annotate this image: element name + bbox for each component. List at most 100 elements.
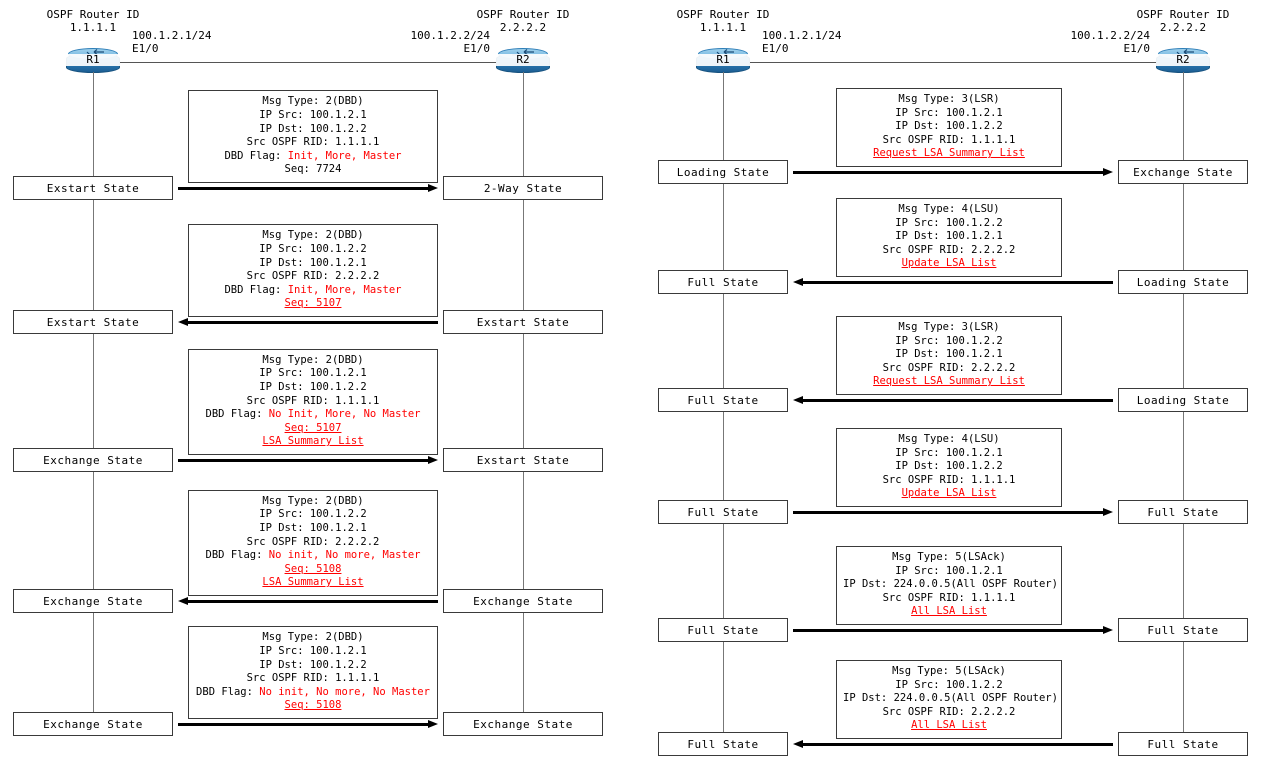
state-box-right: Exchange State xyxy=(1118,160,1248,184)
state-box-left: Full State xyxy=(658,618,788,642)
arrow-shaft xyxy=(793,629,1104,632)
message-line: IP Src: 100.1.2.2 xyxy=(843,217,1055,231)
state-box-left: Full State xyxy=(658,270,788,294)
state-box-left: Full State xyxy=(658,500,788,524)
message-arrow-left xyxy=(793,396,1113,405)
message-line: Src OSPF RID: 1.1.1.1 xyxy=(843,474,1055,488)
arrow-shaft xyxy=(793,171,1104,174)
message-arrow-right xyxy=(793,626,1113,635)
arrow-shaft xyxy=(793,511,1104,514)
message-arrow-right xyxy=(793,508,1113,517)
message-line-value: IP Dst: 100.1.2.1 xyxy=(895,348,1003,361)
interface-name-left: E1/0 xyxy=(762,42,789,55)
router-id-caption-right: OSPF Router ID xyxy=(1136,8,1230,21)
message-box: Msg Type: 3(LSR) IP Src: 100.1.2.1 IP Dst:… xyxy=(836,88,1062,167)
message-line: IP Dst: 100.1.2.1 xyxy=(843,230,1055,244)
message-line: Msg Type: 3(LSR) xyxy=(843,321,1055,335)
message-line-value: Src OSPF RID: 2.2.2.2 xyxy=(882,705,1016,718)
message-line: IP Src: 100.1.2.1 xyxy=(843,565,1055,579)
message-line-value: IP Src: 100.1.2.2 xyxy=(895,216,1003,229)
message-line-value: IP Src: 100.1.2.1 xyxy=(895,446,1003,459)
arrow-head-icon xyxy=(1103,168,1113,176)
state-box-right: Full State xyxy=(1118,618,1248,642)
message-line-value: Request LSA Summary List xyxy=(873,147,1025,160)
message-line-value: Msg Type: 5(LSAck) xyxy=(892,665,1006,677)
message-box: Msg Type: 4(LSU) IP Src: 100.1.2.1 IP Dst:… xyxy=(836,428,1062,507)
arrow-head-icon xyxy=(1103,626,1113,634)
state-box-left: Full State xyxy=(658,388,788,412)
state-box-left: Full State xyxy=(658,732,788,756)
message-line: Msg Type: 4(LSU) xyxy=(843,203,1055,217)
message-line: IP Dst: 100.1.2.2 xyxy=(843,460,1055,474)
message-line: IP Src: 100.1.2.1 xyxy=(843,107,1055,121)
arrow-shaft xyxy=(802,281,1113,284)
message-line-value: Src OSPF RID: 2.2.2.2 xyxy=(882,243,1016,256)
message-box: Msg Type: 4(LSU) IP Src: 100.1.2.2 IP Dst:… xyxy=(836,198,1062,277)
message-line: Msg Type: 4(LSU) xyxy=(843,433,1055,447)
arrow-head-icon xyxy=(793,740,803,748)
arrow-head-icon xyxy=(1103,508,1113,516)
message-line-value: IP Src: 100.1.2.2 xyxy=(895,678,1003,691)
message-line-value: All LSA List xyxy=(911,719,987,732)
message-line: IP Src: 100.1.2.2 xyxy=(843,679,1055,693)
message-line: All LSA List xyxy=(843,719,1055,733)
message-line-value: Src OSPF RID: 1.1.1.1 xyxy=(882,473,1016,486)
message-arrow-left xyxy=(793,278,1113,287)
message-line: Update LSA List xyxy=(843,257,1055,271)
message-line-value: IP Dst: 100.1.2.2 xyxy=(895,460,1003,473)
message-line: All LSA List xyxy=(843,605,1055,619)
message-box: Msg Type: 5(LSAck) IP Src: 100.1.2.1 IP Ds… xyxy=(836,546,1062,625)
message-line-value: Update LSA List xyxy=(901,257,997,270)
message-line-value: IP Src: 100.1.2.1 xyxy=(895,564,1003,577)
message-line: Src OSPF RID: 1.1.1.1 xyxy=(843,134,1055,148)
message-line: IP Dst: 100.1.2.2 xyxy=(843,120,1055,134)
interface-ip-right: 100.1.2.2/24 xyxy=(1070,29,1150,42)
message-line-value: IP Dst: 224.0.0.5(All OSPF Router) xyxy=(843,578,1058,591)
router-id-caption-left: OSPF Router ID xyxy=(676,8,770,21)
router-label: R1 xyxy=(696,54,750,66)
message-line-value: Request LSA Summary List xyxy=(873,375,1025,388)
state-box-left: Loading State xyxy=(658,160,788,184)
message-line-value: Src OSPF RID: 1.1.1.1 xyxy=(882,133,1016,146)
message-box: Msg Type: 5(LSAck) IP Src: 100.1.2.2 IP Ds… xyxy=(836,660,1062,739)
state-box-right: Loading State xyxy=(1118,388,1248,412)
arrow-head-icon xyxy=(793,396,803,404)
message-line-value: Msg Type: 3(LSR) xyxy=(898,93,1000,105)
message-line: Update LSA List xyxy=(843,487,1055,501)
message-line-value: All LSA List xyxy=(911,605,987,618)
right-panel: OSPF Router ID 1.1.1.1 OSPF Router ID 2.2.2… xyxy=(0,0,1263,764)
state-box-right: Full State xyxy=(1118,500,1248,524)
message-line-value: IP Dst: 100.1.2.2 xyxy=(895,120,1003,133)
message-line: Src OSPF RID: 1.1.1.1 xyxy=(843,592,1055,606)
message-line: IP Src: 100.1.2.2 xyxy=(843,335,1055,349)
message-line: Request LSA Summary List xyxy=(843,375,1055,389)
arrow-shaft xyxy=(802,743,1113,746)
message-line-value: IP Src: 100.1.2.1 xyxy=(895,106,1003,119)
message-line-value: Src OSPF RID: 1.1.1.1 xyxy=(882,591,1016,604)
message-line: Src OSPF RID: 2.2.2.2 xyxy=(843,244,1055,258)
interface-ip-left: 100.1.2.1/24 xyxy=(762,29,842,42)
message-line: IP Src: 100.1.2.1 xyxy=(843,447,1055,461)
message-line-value: Msg Type: 4(LSU) xyxy=(898,433,1000,445)
message-line-value: IP Dst: 224.0.0.5(All OSPF Router) xyxy=(843,692,1058,705)
arrow-shaft xyxy=(802,399,1113,402)
message-line: Src OSPF RID: 2.2.2.2 xyxy=(843,706,1055,720)
router-label: R2 xyxy=(1156,54,1210,66)
message-line-value: IP Dst: 100.1.2.1 xyxy=(895,230,1003,243)
message-line: Src OSPF RID: 2.2.2.2 xyxy=(843,362,1055,376)
message-line: Request LSA Summary List xyxy=(843,147,1055,161)
message-line-value: Update LSA List xyxy=(901,487,997,500)
state-box-right: Loading State xyxy=(1118,270,1248,294)
message-arrow-left xyxy=(793,740,1113,749)
message-line-value: Src OSPF RID: 2.2.2.2 xyxy=(882,361,1016,374)
interface-name-right: E1/0 xyxy=(1123,42,1151,55)
arrow-head-icon xyxy=(793,278,803,286)
message-line: IP Dst: 100.1.2.1 xyxy=(843,348,1055,362)
message-arrow-right xyxy=(793,168,1113,177)
message-line-value: Msg Type: 3(LSR) xyxy=(898,321,1000,333)
router-link-line xyxy=(748,62,1158,63)
message-line-value: Msg Type: 4(LSU) xyxy=(898,203,1000,215)
message-line-value: Msg Type: 5(LSAck) xyxy=(892,551,1006,563)
message-line: Msg Type: 3(LSR) xyxy=(843,93,1055,107)
ospf-adjacency-diagram: OSPF Router ID 1.1.1.1 OSPF Router ID 2.2.2… xyxy=(0,0,1263,764)
